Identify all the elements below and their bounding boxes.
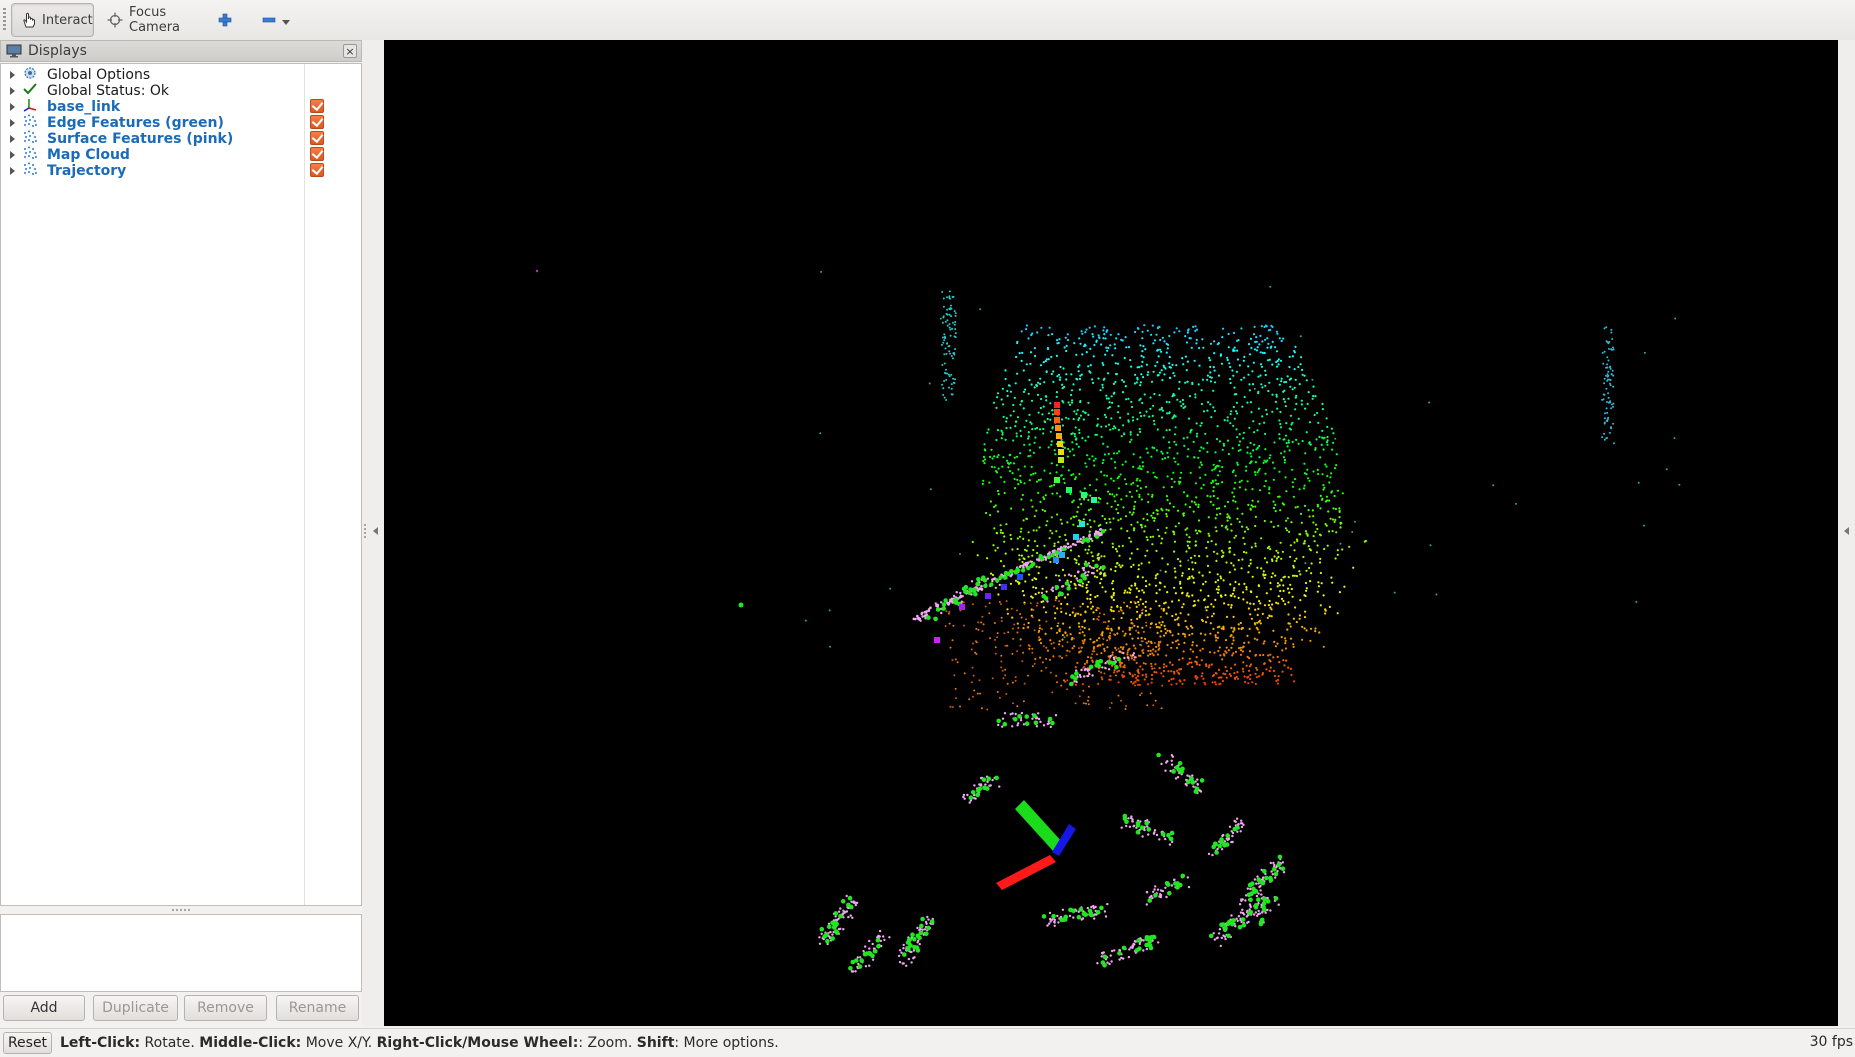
add-tool-button[interactable] [212,3,242,37]
map-cloud-points [535,269,1681,711]
toolbar-grip[interactable] [3,8,6,32]
expand-arrow-icon[interactable] [10,118,15,127]
help-key: Middle-Click: [199,1035,302,1051]
focus-camera-label: Focus Camera [129,5,181,35]
enabled-checkbox[interactable] [310,131,324,145]
expand-arrow-icon[interactable] [10,102,15,111]
display-item-trajectory[interactable]: Trajectory [1,161,361,180]
panel-splitter[interactable] [0,907,362,914]
displays-panel: Displays × Global Options Global Status: … [0,40,362,1040]
expand-arrow-icon[interactable] [10,150,15,159]
enabled-checkbox[interactable] [310,147,324,161]
interact-tool-button[interactable]: Interact [11,3,94,37]
remove-tool-menu-button[interactable] [256,3,296,37]
enabled-checkbox[interactable] [310,115,324,129]
displays-panel-title: Displays [28,43,87,59]
hand-pointer-icon [22,12,36,28]
displays-panel-header: Displays × [0,40,362,62]
close-icon[interactable]: × [343,44,357,58]
expand-arrow-icon[interactable] [10,70,15,79]
help-text: Left-Click: Rotate. Middle-Click: Move X… [60,1035,779,1051]
fps-counter: 30 fps [1809,1034,1853,1050]
dropdown-arrow-icon [282,14,290,26]
axis-y-green [1015,800,1063,852]
left-dock-collapse-handle[interactable] [362,40,384,1026]
point-cloud-scene[interactable] [384,40,1838,1026]
expand-arrow-icon[interactable] [10,86,15,95]
rename-button[interactable]: Rename [276,995,359,1021]
reset-button[interactable]: Reset [3,1032,52,1054]
toolbar: Interact Focus Camera [0,0,1855,41]
collapse-left-arrow-icon [373,527,378,535]
interact-label: Interact [42,12,93,28]
3d-render-view[interactable] [384,40,1838,1026]
edge-features-points [738,529,1286,971]
displays-tree: Global Options Global Status: Ok base_link… [0,63,362,906]
monitor-icon [6,44,22,58]
help-key: Shift [636,1035,675,1051]
tree-column-divider [304,64,305,905]
minus-icon [262,17,276,23]
enabled-checkbox[interactable] [310,163,324,177]
remove-button[interactable]: Remove [184,995,267,1021]
status-bar: Reset Left-Click: Rotate. Middle-Click: … [0,1028,1855,1057]
duplicate-button[interactable]: Duplicate [93,995,178,1021]
crosshair-icon [107,12,123,28]
surface-features-points [818,528,1286,973]
expand-arrow-icon[interactable] [10,134,15,143]
plus-icon [218,13,232,27]
pointcloud-icon [23,162,41,180]
display-item-label: Trajectory [47,162,127,179]
display-description-box [0,914,362,992]
enabled-checkbox[interactable] [310,99,324,113]
right-dock-collapse-handle[interactable] [1838,40,1855,1026]
add-button[interactable]: Add [3,995,85,1021]
expand-arrow-icon[interactable] [10,166,15,175]
help-key: Right-Click/Mouse Wheel: [376,1035,579,1051]
focus-camera-button[interactable]: Focus Camera [97,3,207,37]
trajectory-markers [934,402,1097,643]
help-key: Left-Click: [60,1035,141,1051]
axis-x-red [996,855,1056,890]
base-link-axes [996,800,1076,890]
collapse-right-arrow-icon [1844,527,1849,535]
